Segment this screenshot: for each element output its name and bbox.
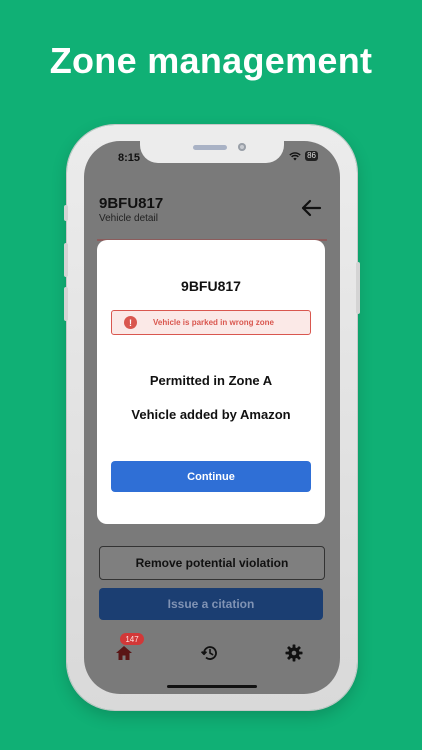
remove-violation-button[interactable]: Remove potential violation [99,546,325,580]
modal-plate-title: 9BFU817 [181,278,241,294]
tab-history[interactable] [200,641,224,665]
status-time: 8:15 [118,152,141,164]
speaker-grille [193,145,227,150]
history-icon [200,646,217,660]
wifi-icon [289,151,301,160]
gear-icon [285,644,303,662]
wrong-zone-alert: ! Vehicle is parked in wrong zone [111,310,311,335]
phone-side-button-volume-up [64,243,68,277]
back-arrow-icon[interactable] [300,197,322,219]
vehicle-detail-subtitle: Vehicle detail [99,213,158,224]
phone-notch [140,141,284,163]
vehicle-plate-title: 9BFU817 [99,195,164,212]
phone-side-button-power [356,262,360,314]
home-indicator[interactable] [167,685,257,688]
exclamation-icon: ! [124,316,137,329]
alert-message: Vehicle is parked in wrong zone [153,318,274,327]
continue-button[interactable]: Continue [111,461,311,492]
phone-side-button-silent [64,205,68,221]
promo-headline: Zone management [49,40,373,81]
zone-alert-modal: 9BFU817 ! Vehicle is parked in wrong zon… [97,240,325,524]
battery-indicator: 86 [305,151,318,161]
vehicle-added-by-text: Vehicle added by Amazon [131,407,291,422]
tab-bar: 147 [84,633,340,673]
permitted-zone-text: Permitted in Zone A [149,373,273,388]
phone-screen: 8:15 86 9BFU817 Vehicle detail Remove po… [84,141,340,694]
status-indicators: 86 [289,151,318,161]
phone-side-button-volume-down [64,287,68,321]
notification-badge: 147 [120,633,144,645]
issue-citation-button[interactable]: Issue a citation [99,588,323,620]
tab-settings[interactable] [284,641,308,665]
home-icon [116,646,132,660]
front-camera [238,143,246,151]
